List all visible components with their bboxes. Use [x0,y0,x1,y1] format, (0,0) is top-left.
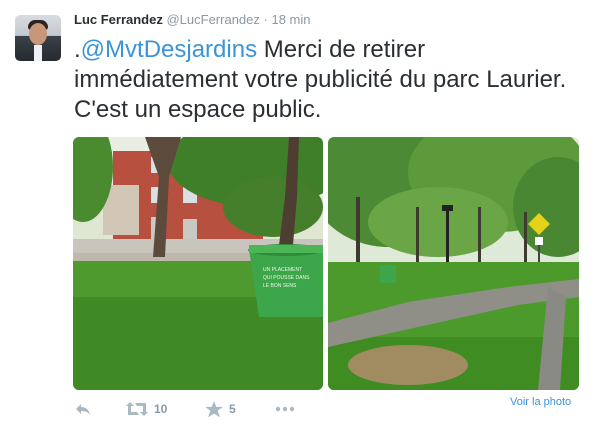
tweet-photo-park[interactable] [328,137,579,390]
author-name[interactable]: Luc Ferrandez [74,12,163,27]
header-separator: · [263,12,268,27]
avatar-face [29,23,47,45]
photo-planter-scene: UN PLACEMENT QUI POUSSE DANS LE BON SENS [73,137,323,390]
retweet-count: 10 [154,402,168,416]
retweet-icon [126,402,148,416]
retweet-button[interactable]: 10 [126,400,167,418]
favorite-count: 5 [229,402,236,416]
avatar-shirt [34,45,42,61]
view-photo-link[interactable]: Voir la photo [510,396,571,408]
planter-text-line-2: QUI POUSSE DANS [263,275,310,281]
favorite-button[interactable]: 5 [205,400,236,418]
more-icon [275,406,295,412]
tweet-text-prefix: . [74,36,81,63]
mention-link[interactable]: @MvtDesjardins [81,36,257,63]
star-icon [205,400,223,417]
reply-icon [76,404,90,415]
more-button[interactable] [275,400,295,418]
tweet-photo-planter[interactable]: UN PLACEMENT QUI POUSSE DANS LE BON SENS [73,137,323,390]
planter-text-line-1: UN PLACEMENT [263,267,302,273]
photo-park-scene [328,137,579,390]
author-avatar[interactable] [15,15,61,61]
reply-button[interactable] [74,400,92,418]
tweet-timestamp[interactable]: 18 min [271,12,310,27]
planter-text-line-3: LE BON SENS [263,283,297,289]
author-handle[interactable]: @LucFerrandez [166,12,259,27]
tweet-text: .@MvtDesjardins Merci de retirer immédia… [74,35,574,125]
tweet-header: Luc Ferrandez @LucFerrandez · 18 min [74,12,311,28]
